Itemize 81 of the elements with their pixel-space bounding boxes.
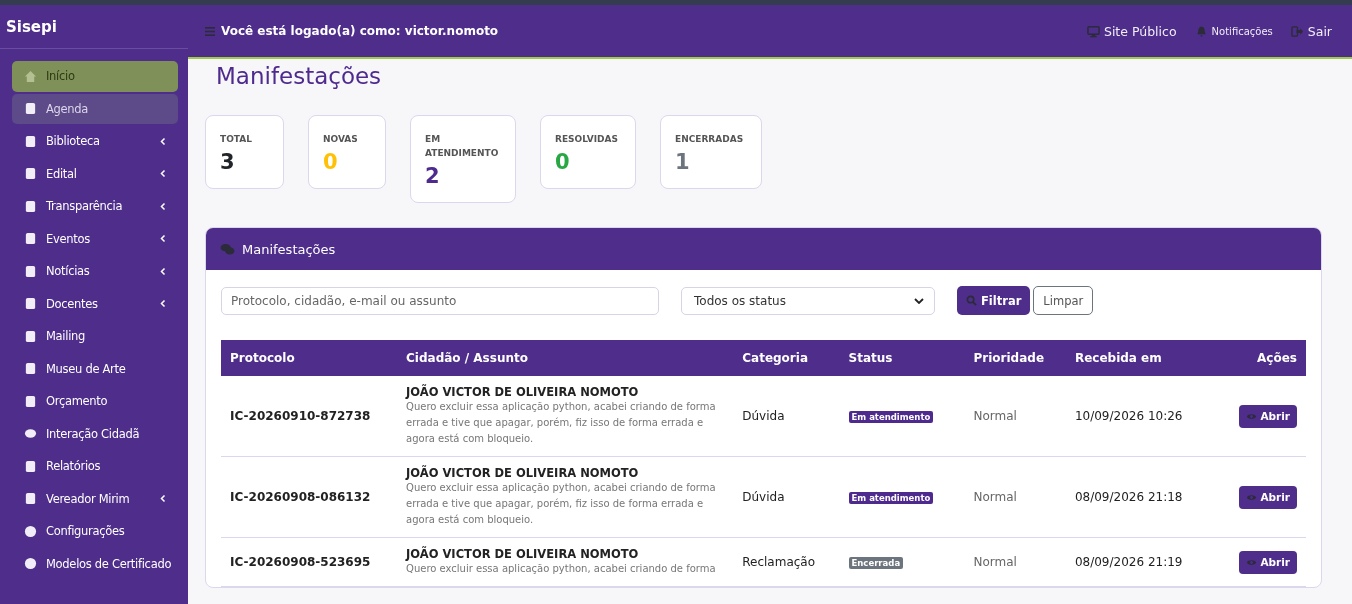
open-button[interactable]: Abrir (1239, 404, 1297, 428)
stat-value: 1 (675, 150, 691, 174)
menu-icon[interactable] (205, 26, 215, 36)
status-badge: Em atendimento (848, 411, 934, 423)
stat-value: 2 (425, 164, 441, 188)
category-cell: Dúvida (742, 490, 785, 504)
priority-cell: Normal (973, 409, 1017, 423)
sidebar-item[interactable]: Relatórios (12, 451, 178, 482)
clear-button[interactable]: Limpar (1033, 286, 1094, 315)
priority-cell: Normal (973, 555, 1017, 569)
sidebar-item[interactable]: Configurações (12, 516, 178, 547)
caret-icon (160, 136, 166, 146)
caret-icon (160, 266, 166, 276)
category-cell: Dúvida (742, 409, 785, 423)
home-icon (24, 69, 37, 83)
sidebar-item[interactable]: Museu de Arte (12, 353, 178, 384)
column-header: Categoria (742, 351, 808, 365)
column-header: Status (848, 351, 893, 365)
status-badge: Encerrada (848, 557, 904, 569)
sidebar-item[interactable]: Edital (12, 158, 178, 189)
date-cell: 08/09/2026 21:18 (1074, 490, 1183, 504)
column-header: Recebida em (1074, 351, 1162, 365)
sidebar-item[interactable]: Interação Cidadã (12, 418, 178, 449)
date-cell: 08/09/2026 21:19 (1074, 555, 1183, 569)
monitor-icon (1086, 24, 1100, 38)
column-header: Cidadão / Assunto (406, 351, 528, 365)
brand-name: Sisepi (5, 17, 58, 38)
subject-text: Quero excluir essa aplicação python, acabei criando de forma errada e tive que apagar, porém, fiz isso de forma errada e agora está com bloqueio. (406, 481, 717, 527)
stat-label: RESOLVIDAS (555, 133, 619, 146)
stat-value: 0 (323, 150, 339, 174)
date-cell: 10/09/2026 10:26 (1074, 409, 1183, 423)
search-icon (966, 295, 977, 306)
column-header: Ações (1257, 351, 1297, 365)
stat-label: TOTAL (220, 133, 253, 146)
column-header: Protocolo (230, 351, 295, 365)
protocol-cell: IC-20260908-523695 (230, 555, 371, 569)
stat-value: 3 (220, 150, 236, 174)
protocol-cell: IC-20260908-086132 (230, 490, 371, 504)
stat-value: 0 (555, 150, 571, 174)
caret-icon (160, 299, 166, 309)
caret-icon (160, 201, 166, 211)
stat-label: NOVAS (323, 133, 359, 146)
sidebar-item[interactable]: Agenda (12, 93, 178, 124)
logout-icon (1290, 24, 1304, 38)
sidebar-item[interactable]: Eventos (12, 223, 178, 254)
caret-icon (160, 169, 166, 179)
sidebar-item[interactable]: Mailing (12, 321, 178, 352)
sidebar-item[interactable]: Transparência (12, 191, 178, 222)
panel-title: Manifestações (242, 241, 336, 257)
header-link[interactable]: Notificações (1194, 24, 1273, 38)
sidebar-item[interactable]: Notícias (12, 256, 178, 287)
stat-label: ENCERRADAS (675, 133, 745, 146)
caret-icon (160, 234, 166, 244)
header-link[interactable]: Sair (1290, 23, 1332, 39)
open-button[interactable]: Abrir (1239, 550, 1297, 574)
search-field[interactable]: Protocolo, cidadão, e-mail ou assunto (221, 286, 659, 315)
category-cell: Reclamação (742, 555, 816, 569)
header-link[interactable]: Site Público (1086, 23, 1177, 39)
priority-cell: Normal (973, 490, 1017, 504)
sidebar-item[interactable]: Modelos de Certificado (12, 548, 178, 579)
column-header: Prioridade (973, 351, 1045, 365)
subject-text: Quero excluir essa aplicação python, acabei criando de forma errada e tive que apagar, porém, fiz isso de forma errada e agora está com bloqueio. (406, 400, 717, 446)
sidebar-item[interactable]: Início (12, 61, 178, 92)
citizen-name: JOÃO VICTOR DE OLIVEIRA NOMOTO (406, 466, 640, 480)
sidebar-item[interactable]: Docentes (12, 288, 178, 319)
sidebar-item[interactable]: Biblioteca (12, 126, 178, 157)
subject-text: Quero excluir essa aplicação python, acabei criando de forma (406, 562, 717, 576)
caret-icon (160, 494, 166, 504)
chevron-down-icon (914, 297, 924, 304)
open-button[interactable]: Abrir (1239, 485, 1297, 509)
citizen-name: JOÃO VICTOR DE OLIVEIRA NOMOTO (406, 547, 640, 561)
logged-user-text: Você está logado(a) como: victor.nomoto (221, 24, 499, 38)
stat-label: EM ATENDIMENTO (425, 133, 500, 160)
sidebar-item[interactable]: Orçamento (12, 386, 178, 417)
citizen-name: JOÃO VICTOR DE OLIVEIRA NOMOTO (406, 385, 640, 399)
status-badge: Em atendimento (848, 492, 934, 504)
page-title: Manifestações (216, 63, 383, 89)
sidebar-item[interactable]: Vereador Mirim (12, 483, 178, 514)
filter-button[interactable]: Filtrar (957, 286, 1031, 315)
protocol-cell: IC-20260910-872738 (230, 409, 371, 423)
status-dropdown[interactable]: Todos os status (681, 286, 935, 315)
